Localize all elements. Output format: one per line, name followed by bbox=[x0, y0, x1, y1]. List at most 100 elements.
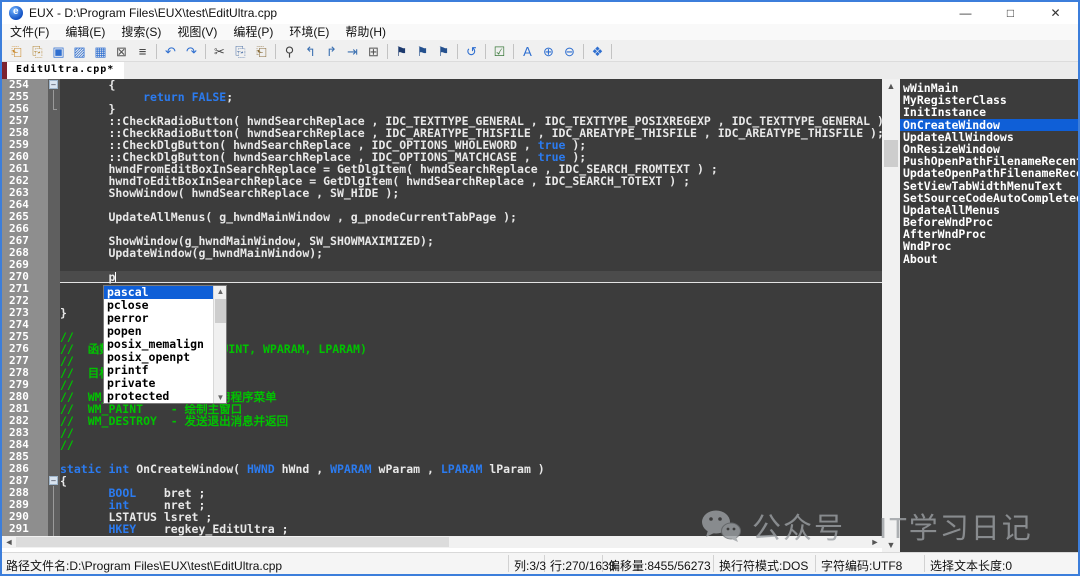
minimize-button[interactable]: — bbox=[943, 2, 988, 24]
code-text: return bbox=[143, 90, 185, 104]
vscrollbar-thumb[interactable] bbox=[884, 140, 898, 167]
status-segment-1: 列:3/3 bbox=[514, 557, 546, 574]
next-bookmark-button[interactable]: ⚑ bbox=[433, 42, 454, 61]
tab-editultra-cpp[interactable]: EditUltra.cpp* bbox=[7, 62, 124, 79]
fold-guide-corner bbox=[53, 109, 57, 110]
toolbar-separator bbox=[387, 44, 388, 59]
code-line-270: p bbox=[60, 271, 882, 283]
function-list-item-PushOpenPathFilenameRecently[interactable]: PushOpenPathFilenameRecently bbox=[900, 155, 1078, 167]
code-text bbox=[185, 90, 192, 104]
function-list-panel: wWinMainMyRegisterClassInitInstanceOnCre… bbox=[900, 79, 1078, 552]
code-text: // WM_DESTROY - 发送退出消息并返回 bbox=[60, 414, 288, 428]
scroll-up-icon[interactable]: ▲ bbox=[214, 287, 227, 296]
text-caret bbox=[115, 272, 116, 282]
go-to-line-button[interactable]: ⇥ bbox=[342, 42, 363, 61]
copy-button[interactable]: ⎘ bbox=[230, 42, 251, 61]
toolbar-separator bbox=[611, 44, 612, 59]
status-divider bbox=[815, 555, 816, 572]
menu-item-2[interactable]: 搜索(S) bbox=[113, 24, 169, 41]
code-text: regkey_EditUltra ; bbox=[136, 522, 288, 536]
file-list-button[interactable]: ≡ bbox=[132, 42, 153, 61]
maximize-button[interactable]: □ bbox=[988, 2, 1033, 24]
fold-toggle-icon[interactable]: – bbox=[49, 80, 58, 89]
function-list-item-WndProc[interactable]: WndProc bbox=[900, 240, 1078, 252]
navigate-back-button[interactable]: ↺ bbox=[461, 42, 482, 61]
scroll-left-icon[interactable]: ◄ bbox=[2, 536, 16, 548]
scroll-down-icon[interactable]: ▼ bbox=[882, 538, 900, 552]
function-list-item-OnResizeWindow[interactable]: OnResizeWindow bbox=[900, 143, 1078, 155]
find-next-button[interactable]: ↱ bbox=[321, 42, 342, 61]
bookmark-button[interactable]: ⚑ bbox=[391, 42, 412, 61]
previous-bookmark-button[interactable]: ⚑ bbox=[412, 42, 433, 61]
code-text: hWnd , bbox=[275, 462, 330, 476]
find-button[interactable]: ⚲ bbox=[279, 42, 300, 61]
status-segment-6: 选择文本长度:0 bbox=[930, 557, 1012, 574]
menu-item-3[interactable]: 视图(V) bbox=[169, 24, 225, 41]
status-divider bbox=[508, 555, 509, 572]
menu-item-1[interactable]: 编辑(E) bbox=[57, 24, 113, 41]
code-fold-strip[interactable]: –– bbox=[48, 79, 60, 536]
scroll-down-icon[interactable]: ▼ bbox=[214, 393, 227, 402]
function-list-item-wWinMain[interactable]: wWinMain bbox=[900, 82, 1078, 94]
scrollbar-thumb[interactable] bbox=[215, 299, 226, 323]
function-list-item-UpdateAllWindows[interactable]: UpdateAllWindows bbox=[900, 131, 1078, 143]
status-bar: 路径文件名:D:\Program Files\EUX\test\EditUltr… bbox=[2, 552, 1078, 574]
function-list-item-UpdateOpenPathFilenameRecently[interactable]: UpdateOpenPathFilenameRecently bbox=[900, 167, 1078, 179]
about-button[interactable]: ❖ bbox=[587, 42, 608, 61]
autocomplete-item-protected[interactable]: protected bbox=[104, 390, 213, 403]
menu-item-4[interactable]: 编程(P) bbox=[225, 24, 281, 41]
save-file-button[interactable]: ▣ bbox=[48, 42, 69, 61]
redo-button[interactable]: ↷ bbox=[181, 42, 202, 61]
function-list-item-InitInstance[interactable]: InitInstance bbox=[900, 106, 1078, 118]
title-bar: EUX - D:\Program Files\EUX\test\EditUltr… bbox=[2, 2, 1078, 24]
function-list-item-UpdateAllMenus[interactable]: UpdateAllMenus bbox=[900, 204, 1078, 216]
function-list-item-OnCreateWindow[interactable]: OnCreateWindow bbox=[900, 119, 1078, 131]
check-syntax-button[interactable]: ☑ bbox=[489, 42, 510, 61]
replace-button[interactable]: ⊞ bbox=[363, 42, 384, 61]
function-list-item-About[interactable]: About bbox=[900, 253, 1078, 265]
status-segment-2: 行:270/1633 bbox=[550, 557, 615, 574]
function-list-item-BeforeWndProc[interactable]: BeforeWndProc bbox=[900, 216, 1078, 228]
autocomplete-scrollbar[interactable]: ▲ ▼ bbox=[213, 286, 226, 403]
toolbar: ⎗⎘▣▨▦⊠≡↶↷✂⎘⎗⚲↰↱⇥⊞⚑⚑⚑↺☑A⊕⊖❖ bbox=[2, 41, 1078, 62]
horizontal-scrollbar[interactable]: ◄ ► bbox=[2, 536, 882, 548]
code-line-283: // bbox=[60, 427, 882, 439]
line-number: 291 bbox=[2, 523, 48, 535]
paste-button[interactable]: ⎗ bbox=[251, 42, 272, 61]
code-line-291: HKEY regkey_EditUltra ; bbox=[60, 523, 882, 535]
syntax-color-button[interactable]: A bbox=[517, 42, 538, 61]
close-file-button[interactable]: ⊠ bbox=[111, 42, 132, 61]
zoom-in-button[interactable]: ⊕ bbox=[538, 42, 559, 61]
code-line-265: UpdateAllMenus( g_hwndMainWindow , g_pno… bbox=[60, 211, 882, 223]
scroll-right-icon[interactable]: ► bbox=[868, 536, 882, 548]
menu-item-0[interactable]: 文件(F) bbox=[2, 24, 57, 41]
find-previous-button[interactable]: ↰ bbox=[300, 42, 321, 61]
code-text: lParam ) bbox=[482, 462, 544, 476]
line-number-gutter: 2542552562572582592602612622632642652662… bbox=[2, 79, 48, 536]
scroll-up-icon[interactable]: ▲ bbox=[882, 79, 900, 93]
menu-item-6[interactable]: 帮助(H) bbox=[337, 24, 394, 41]
zoom-out-button[interactable]: ⊖ bbox=[559, 42, 580, 61]
save-all-files-button[interactable]: ▦ bbox=[90, 42, 111, 61]
new-file-button[interactable]: ⎗ bbox=[6, 42, 27, 61]
function-list-item-SetViewTabWidthMenuText[interactable]: SetViewTabWidthMenuText bbox=[900, 180, 1078, 192]
code-line-268: UpdateWindow(g_hwndMainWindow); bbox=[60, 247, 882, 259]
open-file-button[interactable]: ⎘ bbox=[27, 42, 48, 61]
toolbar-separator bbox=[513, 44, 514, 59]
fold-toggle-icon[interactable]: – bbox=[49, 476, 58, 485]
function-list-item-AfterWndProc[interactable]: AfterWndProc bbox=[900, 228, 1078, 240]
cut-button[interactable]: ✂ bbox=[209, 42, 230, 61]
save-file-as-button[interactable]: ▨ bbox=[69, 42, 90, 61]
tab-bar: EditUltra.cpp* bbox=[2, 62, 1078, 79]
function-list-item-SetSourceCodeAutoCompletedShowAf[interactable]: SetSourceCodeAutoCompletedShowAf bbox=[900, 192, 1078, 204]
status-divider bbox=[924, 555, 925, 572]
undo-button[interactable]: ↶ bbox=[160, 42, 181, 61]
function-list-item-MyRegisterClass[interactable]: MyRegisterClass bbox=[900, 94, 1078, 106]
menu-item-5[interactable]: 环境(E) bbox=[281, 24, 337, 41]
status-segment-5: 字符编码:UTF8 bbox=[821, 557, 902, 574]
close-button[interactable]: ✕ bbox=[1033, 2, 1078, 24]
vertical-scrollbar[interactable]: ▲ ▼ bbox=[882, 79, 900, 552]
code-editor[interactable]: 2542552562572582592602612622632642652662… bbox=[2, 79, 882, 536]
code-text bbox=[60, 522, 108, 536]
hscrollbar-thumb[interactable] bbox=[16, 537, 449, 547]
